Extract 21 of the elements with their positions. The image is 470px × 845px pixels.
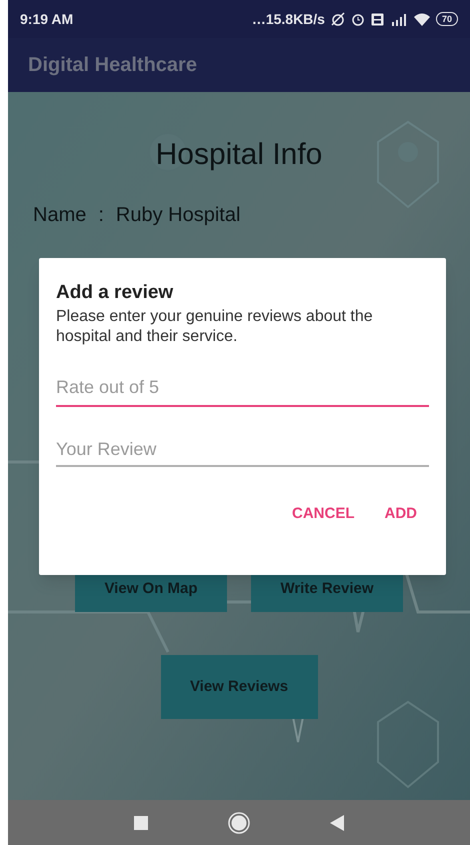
view-reviews-button[interactable]: View Reviews [160,655,318,719]
signal-icon [390,12,408,26]
dialog-action-button[interactable]: CANCEL [282,495,364,534]
dialog-message: Please enter your genuine reviews about the hospital and their service. [56,307,374,347]
back-icon[interactable] [330,814,344,830]
text-field[interactable]: Your Review [56,427,429,467]
page-title: Hospital Info [154,137,324,173]
separator: : [98,203,104,227]
name-label: Name [33,203,86,227]
status-time: 9:19 AM [20,10,74,28]
wifi-icon [414,12,430,26]
hospital-name: Ruby Hospital [116,203,240,227]
home-icon[interactable] [228,812,250,834]
network-speed: …15.8KB/s [252,10,325,28]
text-field[interactable]: Rate out of 5 [56,369,429,407]
dialog-title: Add a review [56,281,174,305]
alarm-clock-icon [350,12,365,26]
dialog-action-button[interactable]: ADD [374,495,427,534]
app-title: Digital Healthcare [28,53,197,78]
recents-icon[interactable] [134,816,148,830]
battery-icon: 70 [436,12,458,26]
